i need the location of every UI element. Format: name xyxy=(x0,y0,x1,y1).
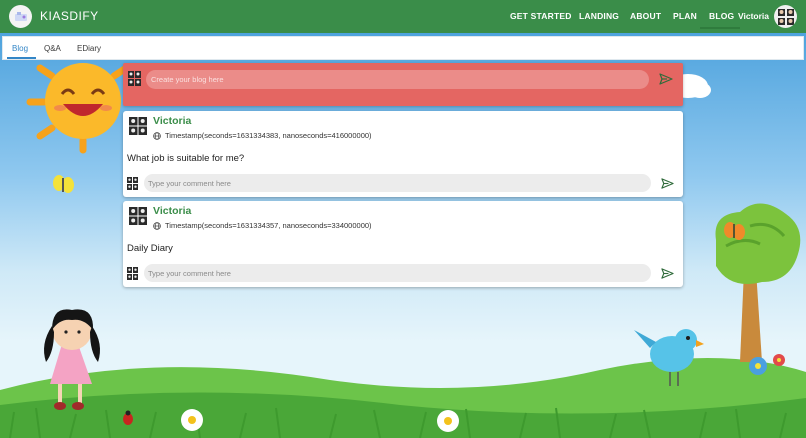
send-comment-icon[interactable] xyxy=(661,267,674,280)
nav-user-avatar[interactable] xyxy=(774,5,797,28)
post-timestamp: Timestamp(seconds=1631334357, nanosecond… xyxy=(165,221,372,230)
daisy-flowers xyxy=(181,409,459,432)
post-author-name[interactable]: Victoria xyxy=(153,205,191,217)
comment-avatar xyxy=(127,177,138,190)
nav-link-about[interactable]: ABOUT xyxy=(630,11,661,21)
tab-qa[interactable]: Q&A xyxy=(44,44,61,53)
tab-ediary[interactable]: EDiary xyxy=(77,44,101,53)
bird-illustration xyxy=(634,329,704,386)
comment-input[interactable] xyxy=(144,174,651,192)
nav-username[interactable]: Victoria xyxy=(738,11,769,21)
post-meta: Timestamp(seconds=1631334357, nanosecond… xyxy=(153,221,372,230)
send-comment-icon[interactable] xyxy=(661,177,674,190)
post-content: What job is suitable for me? xyxy=(127,153,245,164)
create-post-avatar xyxy=(128,71,141,86)
butterfly-tree-illustration xyxy=(724,222,745,240)
butterfly-illustration xyxy=(53,175,74,193)
brand-logo[interactable] xyxy=(9,5,32,28)
tree-illustration xyxy=(715,203,801,362)
ladybug-illustration xyxy=(123,410,133,425)
globe-icon xyxy=(153,221,161,230)
tab-active-indicator xyxy=(7,57,36,59)
brand-name[interactable]: KIASDIFY xyxy=(40,9,99,23)
section-tabs: Blog Q&A EDiary xyxy=(2,36,804,60)
send-icon[interactable] xyxy=(659,72,673,86)
nav-active-indicator xyxy=(700,27,740,29)
post-content: Daily Diary xyxy=(127,243,173,254)
post-author-name[interactable]: Victoria xyxy=(153,115,191,127)
create-post-input[interactable] xyxy=(146,70,649,89)
logo-icon xyxy=(14,11,27,21)
nav-link-blog[interactable]: BLOG xyxy=(709,11,734,21)
nav-link-plan[interactable]: PLAN xyxy=(673,11,697,21)
comment-avatar xyxy=(127,267,138,280)
post-timestamp: Timestamp(seconds=1631334383, nanosecond… xyxy=(165,131,372,140)
flower-cluster-right xyxy=(749,354,785,375)
globe-icon xyxy=(153,131,161,140)
post-meta: Timestamp(seconds=1631334383, nanosecond… xyxy=(153,131,372,140)
comment-input[interactable] xyxy=(144,264,651,282)
avatar-icon xyxy=(777,8,794,25)
top-navbar: KIASDIFY GET STARTED LANDING ABOUT PLAN … xyxy=(0,0,806,33)
girl-illustration xyxy=(44,309,100,410)
post-author-avatar[interactable] xyxy=(129,117,147,135)
create-post-bar xyxy=(123,63,683,106)
blog-post-card: Victoria Timestamp(seconds=1631334357, n… xyxy=(123,201,683,287)
nav-link-get-started[interactable]: GET STARTED xyxy=(510,11,572,21)
nav-link-landing[interactable]: LANDING xyxy=(579,11,619,21)
blog-post-card: Victoria Timestamp(seconds=1631334383, n… xyxy=(123,111,683,197)
grass xyxy=(9,407,787,438)
tab-blog[interactable]: Blog xyxy=(12,44,28,53)
post-author-avatar[interactable] xyxy=(129,207,147,225)
